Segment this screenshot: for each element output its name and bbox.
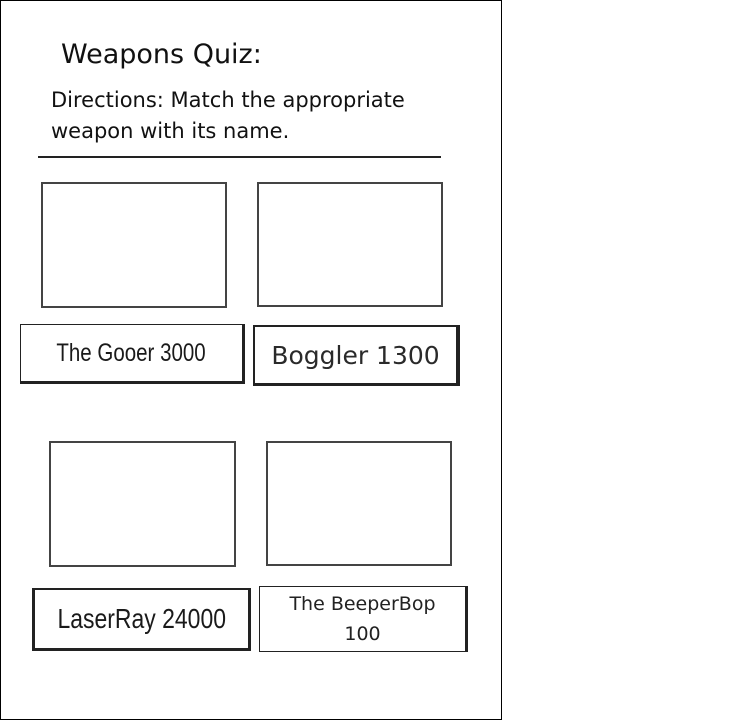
- weapon-image-slot-1[interactable]: [41, 182, 227, 308]
- weapon-label-text: LaserRay 24000: [57, 603, 226, 634]
- weapon-label-card-3[interactable]: LaserRay 24000: [32, 588, 251, 651]
- weapon-image-slot-4[interactable]: [266, 441, 452, 566]
- title-divider: [38, 156, 441, 158]
- weapon-image-slot-3[interactable]: [49, 441, 236, 567]
- weapon-label-card-2[interactable]: Boggler 1300: [253, 325, 460, 386]
- weapon-label-text: The Gooer 3000: [56, 338, 207, 367]
- weapon-image-slot-2[interactable]: [257, 182, 443, 307]
- quiz-title: Weapons Quiz:: [61, 39, 262, 70]
- quiz-directions: Directions: Match the appropriate weapon…: [51, 88, 405, 143]
- weapon-label-card-4[interactable]: The BeeperBop 100: [259, 586, 468, 652]
- weapon-label-text: Boggler 1300: [271, 340, 440, 370]
- quiz-sheet: Weapons Quiz: Directions: Match the appr…: [0, 0, 502, 720]
- weapon-label-text: The BeeperBop 100: [289, 593, 436, 645]
- weapon-label-card-1[interactable]: The Gooer 3000: [20, 324, 245, 384]
